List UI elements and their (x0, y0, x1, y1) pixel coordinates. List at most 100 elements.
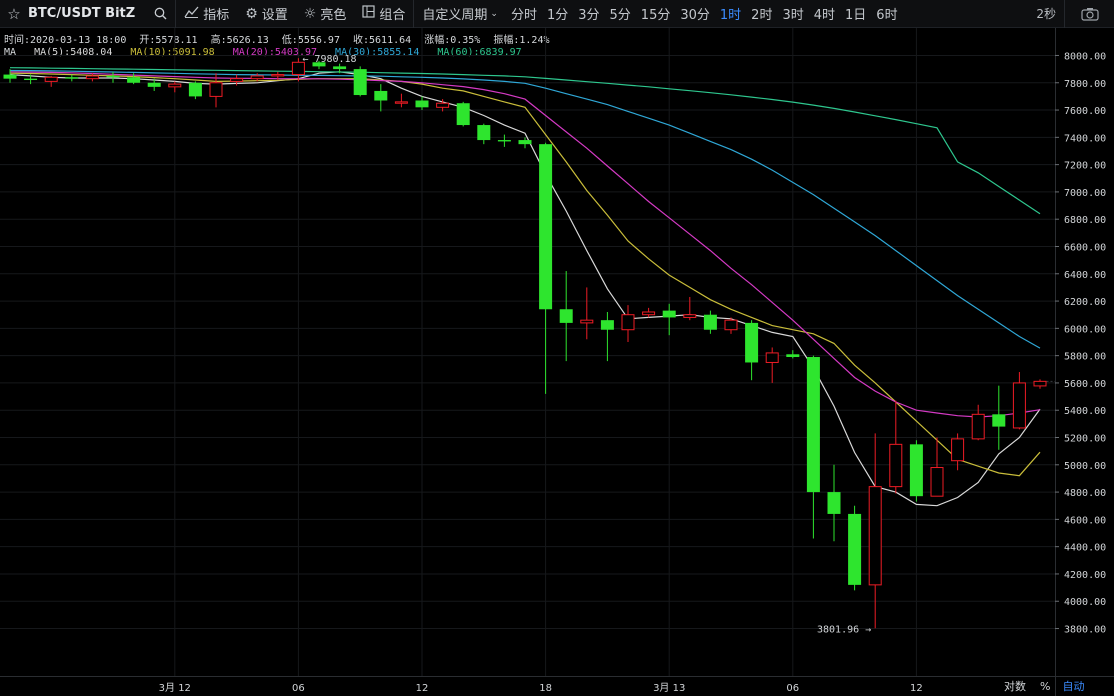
period-tab[interactable]: 1分 (542, 0, 573, 28)
candle-body-up (250, 75, 264, 80)
candle-body-down (909, 444, 923, 497)
x-tick-label: 12 (910, 683, 923, 694)
y-tick-label: 4000.00 (1064, 597, 1106, 608)
candle-body-down (827, 492, 841, 514)
period-tab[interactable]: 30分 (675, 0, 715, 28)
period-tab[interactable]: 2时 (746, 0, 777, 28)
candle-body-up (683, 314, 697, 318)
y-tick-label: 7600.00 (1064, 106, 1106, 117)
symbol-selector[interactable]: BTC/USDT BitZ (28, 0, 145, 28)
candle-body-up (230, 78, 244, 82)
y-tick-label: 6200.00 (1064, 297, 1106, 308)
period-tab[interactable]: 1日 (840, 0, 871, 28)
favorite-star-icon[interactable]: ☆ (0, 0, 28, 28)
y-tick-label: 7000.00 (1064, 188, 1106, 199)
y-tick-label: 7800.00 (1064, 79, 1106, 90)
y-tick-label: 4600.00 (1064, 515, 1106, 526)
candle-body-down (456, 103, 470, 126)
indicators-label: 指标 (203, 8, 230, 23)
theme-toggle-button[interactable]: ☼ 亮色 (296, 0, 355, 28)
y-tick-label: 6600.00 (1064, 242, 1106, 253)
candle-body-up (44, 76, 58, 82)
camera-icon[interactable] (1064, 0, 1114, 28)
toolbar: ☆ BTC/USDT BitZ 指标 ⚙ 设置 ☼ 亮色 组合 自定义周期 ⌄ … (0, 0, 1114, 28)
y-tick-label: 6800.00 (1064, 215, 1106, 226)
candle-body-up (1012, 382, 1026, 429)
theme-label: 亮色 (320, 8, 347, 23)
candle-body-up (930, 467, 944, 497)
candle-body-down (415, 100, 429, 108)
indicator-chart-icon (184, 5, 199, 22)
candle-body-up (724, 319, 738, 331)
candle-body-down (333, 66, 347, 70)
log-scale-toggle[interactable]: 对数 (1004, 678, 1026, 694)
candle-body-up (580, 319, 594, 324)
period-tab[interactable]: 6时 (871, 0, 902, 28)
settings-button[interactable]: ⚙ 设置 (237, 0, 296, 28)
sun-icon: ☼ (303, 5, 317, 22)
search-icon[interactable] (145, 0, 175, 28)
x-tick-label: 3月 12 (159, 682, 191, 694)
refresh-interval-label[interactable]: 2秒 (1036, 0, 1056, 28)
period-tab[interactable]: 4时 (809, 0, 840, 28)
y-tick-label: 5600.00 (1064, 379, 1106, 390)
custom-period-dropdown[interactable]: 自定义周期 ⌄ (414, 0, 506, 28)
candle-body-down (65, 77, 79, 79)
candle-body-down (24, 78, 38, 81)
candle-body-down (806, 357, 820, 493)
y-tick-label: 4800.00 (1064, 488, 1106, 499)
period-tab[interactable]: 1时 (715, 0, 746, 28)
candle-body-up (209, 82, 223, 97)
scale-controls: 对数 % 自动 (1000, 676, 1114, 696)
settings-label: 设置 (261, 8, 288, 23)
candle-body-down (127, 77, 141, 83)
y-tick-label: 5200.00 (1064, 434, 1106, 445)
candle-body-up (394, 101, 408, 104)
candle-body-down (518, 140, 532, 145)
candle-body-up (765, 352, 779, 363)
x-tick-label: 12 (416, 683, 429, 694)
auto-scale-toggle[interactable]: 自动 (1062, 678, 1084, 694)
chevron-down-icon: ⌄ (490, 8, 498, 19)
candle-body-up (971, 413, 985, 440)
candle-body-up (1033, 380, 1047, 387)
y-tick-label: 3800.00 (1064, 625, 1106, 636)
x-tick-label: 3月 13 (653, 682, 685, 694)
period-tab[interactable]: 15分 (636, 0, 676, 28)
y-tick-label: 5000.00 (1064, 461, 1106, 472)
combo-button[interactable]: 组合 (354, 0, 413, 28)
candle-body-down (539, 144, 553, 310)
period-tabs: 分时 1分 3分 5分 15分 30分 1时 2时 3时 4时 1日 6时 (506, 0, 903, 28)
candle-body-up (85, 75, 99, 80)
candle-body-down (3, 74, 17, 79)
candle-body-up (168, 83, 182, 88)
candle-body-up (951, 438, 965, 462)
y-tick-label: 6400.00 (1064, 270, 1106, 281)
period-tab[interactable]: 3时 (777, 0, 808, 28)
candle-body-up (436, 102, 450, 108)
high-annotation: ← 7980.18 (302, 54, 356, 65)
y-tick-label: 7400.00 (1064, 133, 1106, 144)
indicators-button[interactable]: 指标 (176, 0, 237, 28)
candle-body-down (374, 90, 388, 101)
y-tick-label: 7200.00 (1064, 161, 1106, 172)
period-tab[interactable]: 5分 (605, 0, 636, 28)
y-tick-label: 4400.00 (1064, 543, 1106, 554)
candle-body-down (662, 310, 676, 318)
y-tick-label: 4200.00 (1064, 570, 1106, 581)
ma20-line (9, 71, 1041, 418)
candle-body-down (703, 314, 717, 330)
candle-body-down (848, 513, 862, 585)
gear-icon: ⚙ (245, 5, 258, 22)
period-tab[interactable]: 3分 (573, 0, 604, 28)
y-tick-label: 6000.00 (1064, 324, 1106, 335)
candle-body-down (353, 69, 367, 96)
candle-body-up (889, 443, 903, 488)
candle-body-up (621, 314, 635, 331)
candlestick-chart[interactable]: 3800.00 4000.00 4200.00 4400.00 4600.00 4800.… (0, 28, 1114, 696)
candle-body-down (786, 354, 800, 358)
candle-body-down (600, 320, 614, 330)
percent-scale-toggle[interactable]: % (1040, 680, 1050, 693)
y-tick-label: 5800.00 (1064, 352, 1106, 363)
period-tab[interactable]: 分时 (506, 0, 542, 28)
